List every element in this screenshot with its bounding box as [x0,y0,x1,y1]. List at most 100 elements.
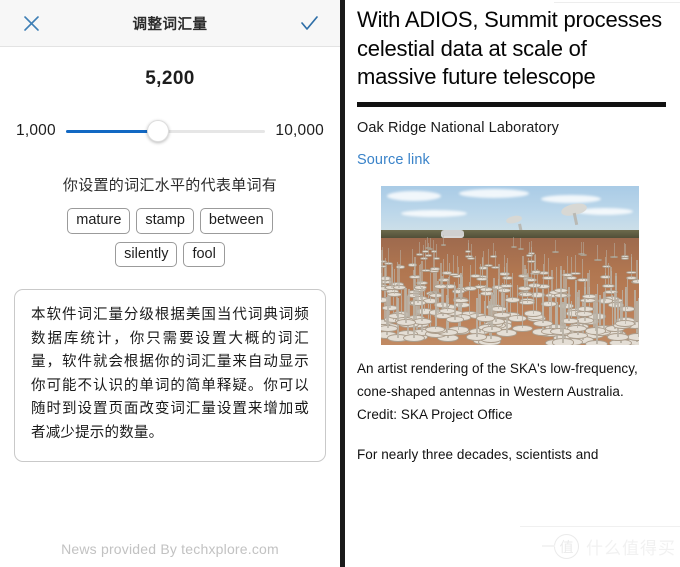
antenna-pole-shape [433,239,435,252]
antenna-pole-shape [399,250,401,267]
photo-caption: An artist rendering of the SKA's low-fre… [357,360,638,423]
watermark-text: 什么值得买 [586,539,676,558]
antenna-pole-shape [525,268,527,295]
antenna-pole-shape [393,268,396,295]
antenna-pole-shape [513,236,515,247]
antenna-pole-shape [434,292,437,330]
antenna-pole-shape [469,264,471,289]
vocabulary-dialog: 调整词汇量 5,200 1,000 10,000 你设置的词汇水平的代表单词有 … [0,0,340,567]
antenna-pole-shape [588,270,590,297]
antenna-pole-shape [575,254,577,274]
antenna-pole-shape [566,255,569,276]
antenna-pole-shape [475,256,477,276]
word-chip[interactable]: mature [67,208,131,234]
antenna-pole-shape [597,245,599,261]
antenna-pole-shape [511,272,514,300]
antenna-pole-shape [470,244,472,259]
antenna-pole-shape [427,237,428,248]
cloud-shape [541,194,601,203]
antenna-pole-shape [421,287,424,322]
antenna-pole-shape [434,251,436,269]
antenna-pole-shape [452,255,455,275]
antenna-pole-shape [435,244,437,259]
article-reader: With ADIOS, Summit processes celestial d… [345,0,680,567]
antenna-pole-shape [607,263,610,286]
antenna-pole-shape [560,269,562,296]
antenna-pole-shape [605,250,607,267]
antenna-pole-shape [397,298,399,338]
antenna-pole-shape [467,239,469,252]
word-chip[interactable]: between [199,208,273,234]
word-chip[interactable]: stamp [136,208,194,234]
antenna-pole-shape [613,243,615,258]
slider-thumb[interactable] [146,120,169,142]
watermark-badge-icon: 值 [554,534,579,559]
antenna-pole-shape [487,249,489,266]
dialog-title: 调整词汇量 [132,16,208,33]
sample-words-caption: 你设置的词汇水平的代表单词有 [62,177,278,194]
antenna-pole-shape [487,291,490,328]
vehicle-shape [441,229,464,238]
source-link[interactable]: Source link [357,152,430,168]
antenna-pole-shape [381,249,383,267]
antenna-pole-shape [637,260,639,282]
antenna-pole-shape [547,257,549,279]
vocabulary-slider-row: 1,000 10,000 [0,118,340,144]
antenna-pole-shape [492,242,494,257]
antenna-pole-shape [542,288,545,324]
antenna-pole-shape [626,278,628,309]
word-chip[interactable]: fool [183,241,225,268]
antenna-pole-shape [637,298,639,338]
cloud-shape [459,188,529,198]
antenna-pole-shape [446,280,449,311]
antenna-pole-shape [521,292,524,329]
slider-max-label: 10,000 [275,122,324,139]
article-source: Oak Ridge National Laboratory [357,119,559,136]
antenna-pole-shape [497,278,500,309]
info-box: 本软件词汇量分级根据美国当代词典词频数据库统计，你只需要设置大概的词汇量，软件就… [14,289,326,463]
antenna-pole-shape [407,295,409,334]
watermark-dash [542,545,555,547]
top-hairline [554,2,680,3]
antenna-pole-shape [387,248,389,264]
check-icon[interactable] [296,10,322,36]
vocabulary-slider[interactable] [65,118,266,144]
antenna-pole-shape [435,269,437,296]
antenna-pole-shape [414,256,416,277]
dialog-header: 调整词汇量 [0,0,340,47]
footer-note: News provided By techxplore.com [61,541,279,557]
antenna-pole-shape [424,239,426,252]
close-icon[interactable] [18,10,44,36]
antenna-pole-shape [582,259,584,280]
antenna-pole-shape [443,259,445,281]
antenna-pole-shape [532,281,535,314]
antenna-pole-shape [506,258,508,279]
antenna-pole-shape [602,292,605,329]
antenna-pole-shape [596,302,598,344]
antenna-pole-shape [520,238,522,250]
antenna-pole-shape [580,241,582,255]
antenna-pole-shape [491,292,493,330]
antenna-pole-shape [624,243,626,257]
antenna-pole-shape [617,297,619,337]
slider-fill [65,129,158,133]
antenna-pole-shape [418,241,420,255]
antenna-pole-shape [425,252,427,271]
antenna-pole-shape [391,264,393,288]
word-chip[interactable]: silently [115,241,178,268]
antenna-pole-shape [630,254,633,273]
antenna-pole-shape [570,257,573,278]
antenna-pole-shape [528,242,530,256]
antenna-pole-shape [563,294,566,333]
watermark-rule [520,526,680,527]
antenna-pole-shape [443,235,445,246]
antenna-pole-shape [460,273,462,301]
antenna-pole-shape [556,302,558,344]
antenna-pole-shape [440,263,442,287]
antenna-pole-shape [387,292,389,329]
site-watermark: 值 什么值得买 [542,534,676,559]
antenna-pole-shape [421,261,423,283]
sample-words-row-2: silently fool [0,241,340,268]
headline-rule [357,101,666,107]
sample-words-row-1: mature stamp between [0,208,340,234]
